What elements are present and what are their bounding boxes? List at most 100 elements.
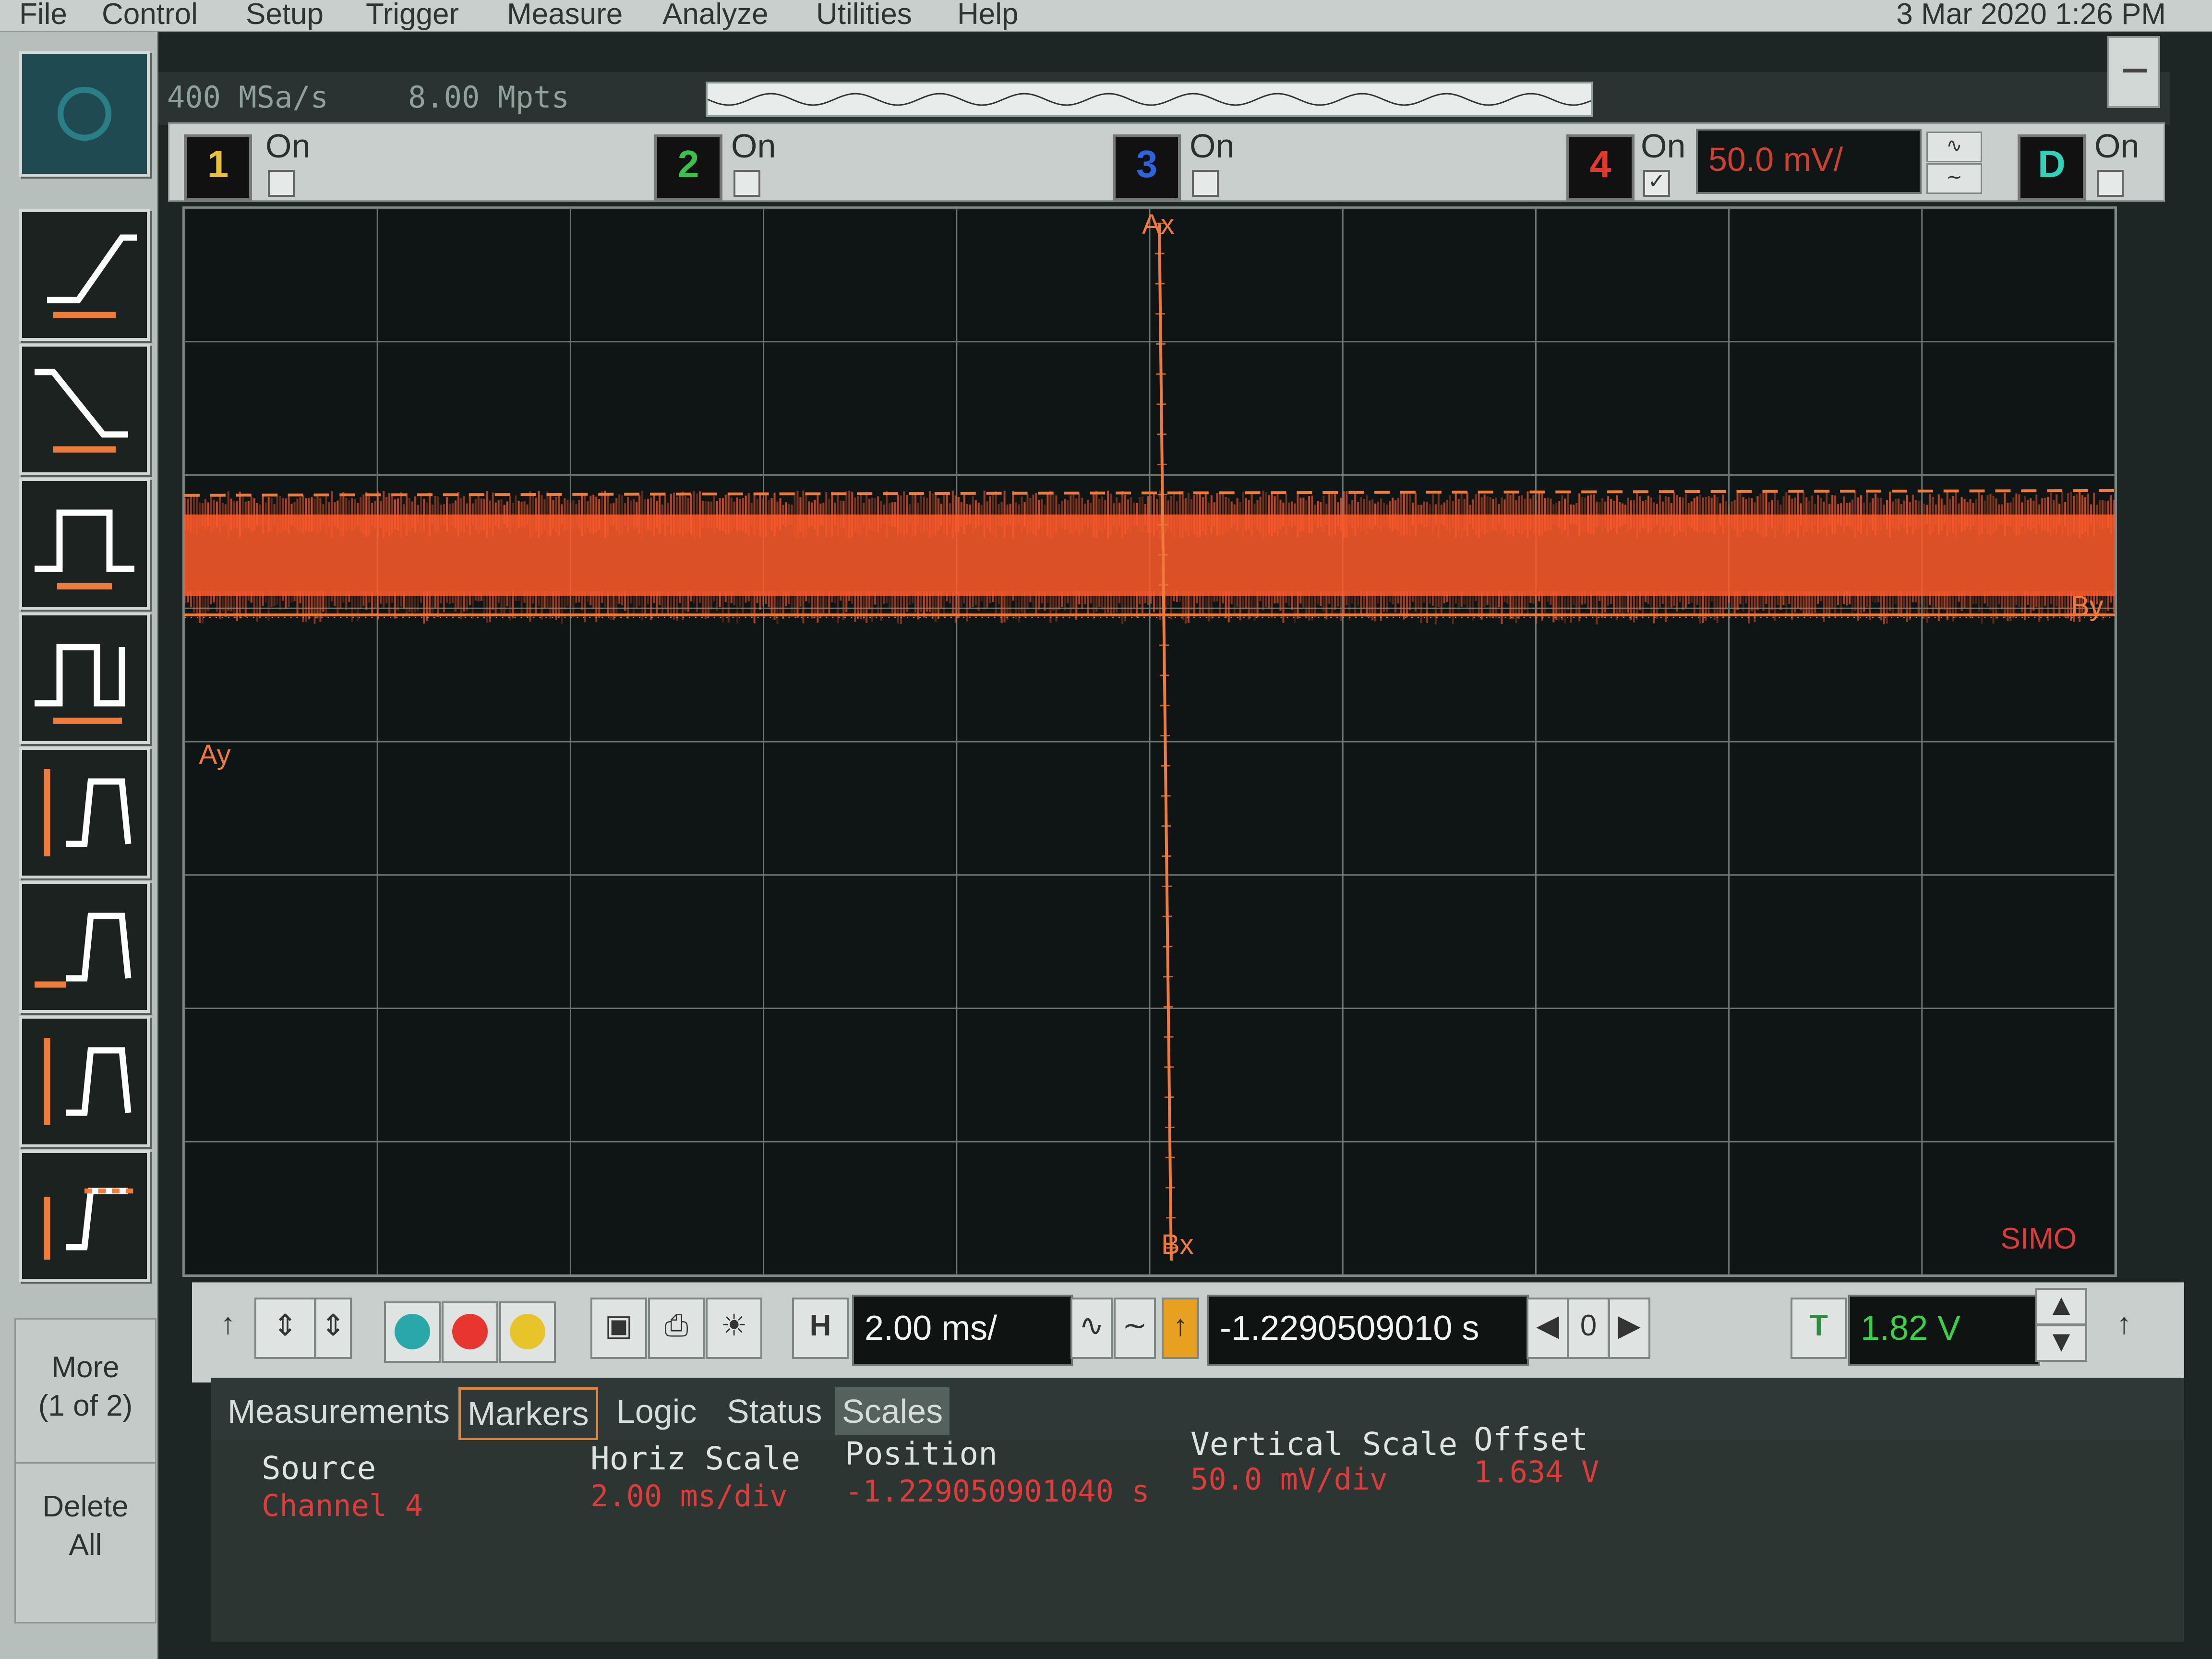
waveform-graticule[interactable]: Ax Bx Ay By SIMO — [182, 206, 2117, 1277]
navigation-icon[interactable] — [19, 51, 150, 177]
trace-noise-mark — [198, 502, 201, 527]
trace-noise-mark — [224, 591, 227, 617]
trace-noise-mark — [1104, 591, 1106, 614]
time-fine-button[interactable]: ∿ — [1070, 1298, 1113, 1359]
trace-noise-mark — [1492, 591, 1494, 617]
single-button[interactable] — [499, 1301, 556, 1363]
channel-2-button[interactable]: 2 — [654, 134, 722, 201]
trace-noise-mark — [279, 591, 281, 611]
channel-4-checkbox[interactable]: ✓ — [1643, 170, 1670, 197]
trace-noise-mark — [1619, 591, 1621, 613]
trace-noise-mark — [690, 591, 692, 601]
waveform-display — [184, 208, 2115, 1275]
tab-logic[interactable]: Logic — [610, 1387, 703, 1435]
channel-2-checkbox[interactable] — [733, 170, 760, 197]
menu-trigger[interactable]: Trigger — [366, 0, 459, 29]
channel-3-checkbox[interactable] — [1192, 170, 1219, 197]
menu-measure[interactable]: Measure — [507, 0, 623, 29]
frequency-icon[interactable] — [19, 613, 150, 744]
channel-4-scale-field[interactable]: 50.0 mV/ — [1696, 129, 1922, 194]
trigger-slope-icon[interactable]: ↑ — [2098, 1298, 2151, 1355]
delay-left-arrow-icon[interactable]: ◀ — [1527, 1298, 1569, 1359]
digital-channel-button[interactable]: D — [2018, 134, 2086, 201]
bandwidth-limit-icon[interactable]: ∼ — [1926, 163, 1982, 194]
amplitude-icon[interactable] — [19, 747, 150, 878]
trace-noise-mark — [1420, 505, 1422, 524]
menu-file[interactable]: File — [19, 0, 67, 29]
trace-noise-mark — [1857, 497, 1860, 532]
trace-noise-mark — [437, 591, 439, 617]
trigger-level-field[interactable]: 1.82 V — [1848, 1295, 2040, 1366]
channel-1-checkbox[interactable] — [268, 170, 295, 197]
ac-coupling-icon[interactable]: ∿ — [1926, 132, 1982, 162]
channel-3-button[interactable]: 3 — [1113, 134, 1181, 201]
trace-noise-mark — [1524, 591, 1526, 610]
trace-noise-mark — [1943, 505, 1946, 524]
digital-checkbox[interactable] — [2097, 170, 2124, 197]
trace-noise-mark — [1745, 591, 1747, 603]
channel-4-button[interactable]: 4 — [1566, 134, 1635, 201]
rising-edge-trigger-icon[interactable] — [19, 209, 150, 341]
trace-noise-mark — [1142, 591, 1144, 613]
trace-noise-mark — [1699, 494, 1701, 535]
trace-noise-mark — [1202, 497, 1204, 532]
trigger-button[interactable]: T — [1791, 1298, 1847, 1359]
run-button[interactable] — [384, 1301, 441, 1363]
overshoot-icon[interactable] — [19, 1150, 150, 1282]
delay-right-arrow-icon[interactable]: ▶ — [1608, 1298, 1650, 1359]
horizontal-delay-field[interactable]: -1.2290509010 s — [1207, 1295, 1529, 1366]
trace-noise-mark — [1897, 591, 1899, 614]
falling-edge-trigger-icon[interactable] — [19, 344, 150, 475]
offset-value: 1.634 V — [1474, 1455, 1599, 1490]
delete-all-button[interactable]: Delete All — [14, 1462, 156, 1623]
autoscale-icon[interactable]: ▣ — [590, 1298, 647, 1359]
digital-channel-label: D — [2038, 143, 2066, 185]
peak-to-peak-icon[interactable] — [19, 1016, 150, 1147]
fine-adjust-button[interactable]: ⇕ — [254, 1298, 316, 1359]
trace-noise-mark — [998, 504, 1000, 525]
trigger-level-down-icon[interactable]: ▼ — [2035, 1324, 2087, 1362]
trace-noise-mark — [334, 591, 336, 606]
up-arrow-icon[interactable]: ↑ — [202, 1298, 254, 1355]
trace-noise-mark — [1153, 493, 1155, 536]
menu-utilities[interactable]: Utilities — [816, 0, 912, 29]
trace-noise-mark — [1575, 503, 1578, 526]
trace-noise-mark — [2058, 504, 2061, 526]
coarse-adjust-button[interactable]: ⇕ — [314, 1298, 352, 1359]
more-button[interactable]: More (1 of 2) — [14, 1318, 156, 1484]
trace-noise-mark — [1178, 491, 1181, 538]
tab-status[interactable]: Status — [720, 1387, 829, 1435]
trace-noise-mark — [1558, 501, 1561, 528]
trace-noise-mark — [1259, 591, 1262, 601]
brightness-icon[interactable]: ☀ — [706, 1298, 762, 1359]
time-coarse-button[interactable]: ∼ — [1114, 1298, 1156, 1359]
print-icon[interactable]: ⎙ — [648, 1298, 705, 1359]
trace-noise-mark — [1837, 591, 1839, 605]
trace-noise-mark — [1121, 591, 1124, 625]
waveform-overview[interactable] — [706, 82, 1593, 117]
menu-analyze[interactable]: Analyze — [662, 0, 769, 29]
trace-noise-mark — [1544, 591, 1546, 613]
menu-setup[interactable]: Setup — [246, 0, 324, 29]
base-level-icon[interactable] — [19, 881, 150, 1013]
trace-noise-mark — [1061, 591, 1063, 607]
stop-button[interactable] — [442, 1301, 498, 1363]
tab-markers[interactable]: Markers — [458, 1387, 598, 1440]
trace-noise-mark — [1155, 499, 1158, 530]
menu-help[interactable]: Help — [957, 0, 1019, 29]
pulse-width-icon[interactable] — [19, 478, 150, 610]
tab-scales[interactable]: Scales — [835, 1387, 950, 1435]
delay-reference-button[interactable]: 0 — [1567, 1298, 1610, 1359]
menu-control[interactable]: Control — [102, 0, 198, 29]
tab-measurements[interactable]: Measurements — [221, 1387, 457, 1435]
trace-noise-mark — [256, 503, 258, 526]
trigger-level-up-icon[interactable]: ▲ — [2035, 1288, 2087, 1325]
minimize-button[interactable] — [2107, 36, 2160, 108]
trigger-ref-icon[interactable]: ↑ — [1162, 1298, 1199, 1359]
trace-noise-mark — [1130, 591, 1132, 616]
trace-noise-mark — [239, 492, 241, 538]
trace-noise-mark — [928, 491, 931, 538]
horizontal-button[interactable]: H — [792, 1298, 849, 1359]
channel-1-button[interactable]: 1 — [184, 134, 252, 201]
time-per-div-field[interactable]: 2.00 ms/ — [852, 1295, 1073, 1366]
